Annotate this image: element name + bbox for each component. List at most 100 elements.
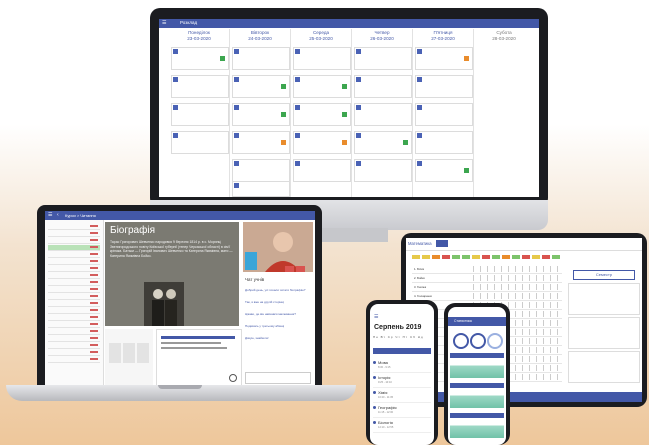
menu-icon[interactable]: ☰ — [48, 212, 52, 218]
list-item[interactable] — [48, 252, 100, 258]
lesson-card[interactable] — [293, 159, 351, 182]
lesson-time: 10:20 - 11:05 — [378, 396, 394, 399]
lesson-card[interactable] — [232, 103, 290, 126]
list-item[interactable] — [48, 238, 100, 244]
tab-active[interactable] — [436, 240, 448, 247]
grade-color-chip — [432, 255, 440, 259]
lesson-card[interactable] — [354, 103, 412, 126]
day-date: 28-03-2020 — [492, 36, 516, 41]
chat-input[interactable] — [245, 372, 311, 384]
list-item[interactable] — [48, 294, 100, 300]
list-item[interactable] — [48, 315, 100, 321]
topic-block[interactable] — [568, 283, 640, 315]
list-item[interactable] — [48, 301, 100, 307]
list-item[interactable] — [48, 224, 100, 230]
list-item[interactable] — [48, 245, 100, 251]
lesson-card[interactable] — [415, 47, 473, 70]
day-date: 26-03-2020 — [370, 36, 394, 41]
monitor-top-bar: ☰ Розклад — [159, 19, 539, 28]
lesson-card[interactable] — [415, 103, 473, 126]
lesson-time: 8:30 - 9:15 — [378, 366, 391, 369]
list-item[interactable] — [48, 308, 100, 314]
monitor-title: Розклад — [180, 20, 198, 25]
topic-block[interactable] — [568, 317, 640, 349]
menu-icon[interactable]: ☰ — [162, 20, 166, 26]
lesson-card[interactable] — [232, 47, 290, 70]
list-item[interactable] — [48, 266, 100, 272]
list-item[interactable]: Географія 11:15 - 12:00 — [373, 403, 431, 418]
lesson-card[interactable] — [293, 75, 351, 98]
lesson-card[interactable] — [171, 47, 229, 70]
lesson-card[interactable] — [415, 75, 473, 98]
semester-button[interactable]: Семестр — [573, 270, 635, 280]
list-item[interactable] — [48, 343, 100, 349]
back-arrow-icon[interactable]: ‹ — [57, 212, 59, 218]
lesson-card[interactable] — [293, 131, 351, 154]
lesson-card[interactable] — [232, 181, 290, 197]
table-row[interactable]: 1. Білик — [412, 265, 562, 274]
table-row[interactable]: 4. Гончаренко — [412, 292, 562, 301]
thumbnail[interactable] — [109, 343, 121, 363]
list-item[interactable] — [48, 259, 100, 265]
day-name: Четвер — [374, 30, 390, 35]
day-column-saturday: Субота 28-03-2020 — [474, 29, 534, 197]
lesson-card[interactable] — [232, 131, 290, 154]
table-row[interactable]: 3. Гнатюк — [412, 283, 562, 292]
list-item[interactable] — [48, 329, 100, 335]
comments-panel — [156, 329, 242, 387]
progress-ring — [487, 333, 503, 349]
thumbnail[interactable] — [137, 343, 149, 363]
grade-color-chip — [422, 255, 430, 259]
teacher-avatar — [243, 222, 313, 272]
lesson-card[interactable] — [415, 131, 473, 154]
day-name: Середа — [312, 30, 330, 35]
list-item[interactable]: Хімія 10:20 - 11:05 — [373, 388, 431, 403]
list-item[interactable] — [48, 231, 100, 237]
lesson-card[interactable] — [232, 159, 290, 182]
list-item[interactable] — [48, 350, 100, 356]
mic-off-icon[interactable] — [296, 266, 305, 272]
thumbnail[interactable] — [123, 343, 135, 363]
lesson-time: 12:10 - 12:55 — [378, 426, 394, 429]
lesson-card[interactable] — [171, 75, 229, 98]
grade-color-chip — [532, 255, 540, 259]
lesson-title: Мова — [378, 360, 388, 365]
list-item[interactable] — [48, 336, 100, 342]
subject-title[interactable]: Математика — [408, 241, 432, 246]
lesson-card[interactable] — [354, 159, 412, 182]
list-item[interactable] — [48, 280, 100, 286]
menu-icon[interactable]: ☰ — [374, 314, 378, 320]
list-item[interactable] — [48, 287, 100, 293]
lesson-card[interactable] — [354, 47, 412, 70]
biography-panel: Біографія Тарас Григорович Шевченко наро… — [105, 222, 239, 326]
video-off-icon[interactable] — [285, 266, 294, 272]
biography-title: Біографія — [110, 225, 155, 236]
lesson-card[interactable] — [293, 103, 351, 126]
list-item[interactable] — [48, 322, 100, 328]
statistics-title: Статистика — [454, 319, 472, 323]
day-date: 25-03-2020 — [309, 36, 333, 41]
lesson-card[interactable] — [293, 47, 351, 70]
lesson-card[interactable] — [232, 75, 290, 98]
topic-block[interactable] — [568, 351, 640, 383]
lesson-title: Географія — [378, 405, 397, 410]
lesson-card[interactable] — [415, 159, 473, 182]
tablet-footer — [406, 392, 642, 402]
lesson-card[interactable] — [354, 131, 412, 154]
phone-statistics: Статистика — [444, 303, 510, 445]
lesson-card[interactable] — [354, 75, 412, 98]
list-item[interactable]: Історія 9:25 - 10:10 — [373, 373, 431, 388]
breadcrumb[interactable]: Курси > Читання — [65, 213, 96, 218]
lesson-card[interactable] — [171, 103, 229, 126]
selected-day-bar[interactable] — [373, 348, 431, 354]
table-row[interactable]: 2. Бойко — [412, 274, 562, 283]
list-item[interactable]: Мова 8:30 - 9:15 — [373, 358, 431, 373]
day-name: Понеділок — [188, 30, 210, 35]
lesson-card[interactable] — [171, 131, 229, 154]
list-item[interactable] — [48, 357, 100, 363]
send-icon[interactable] — [229, 374, 237, 382]
list-item[interactable] — [48, 273, 100, 279]
grade-color-chip — [482, 255, 490, 259]
grade-color-chip — [472, 255, 480, 259]
list-item[interactable]: Біологія 12:10 - 12:55 — [373, 418, 431, 433]
